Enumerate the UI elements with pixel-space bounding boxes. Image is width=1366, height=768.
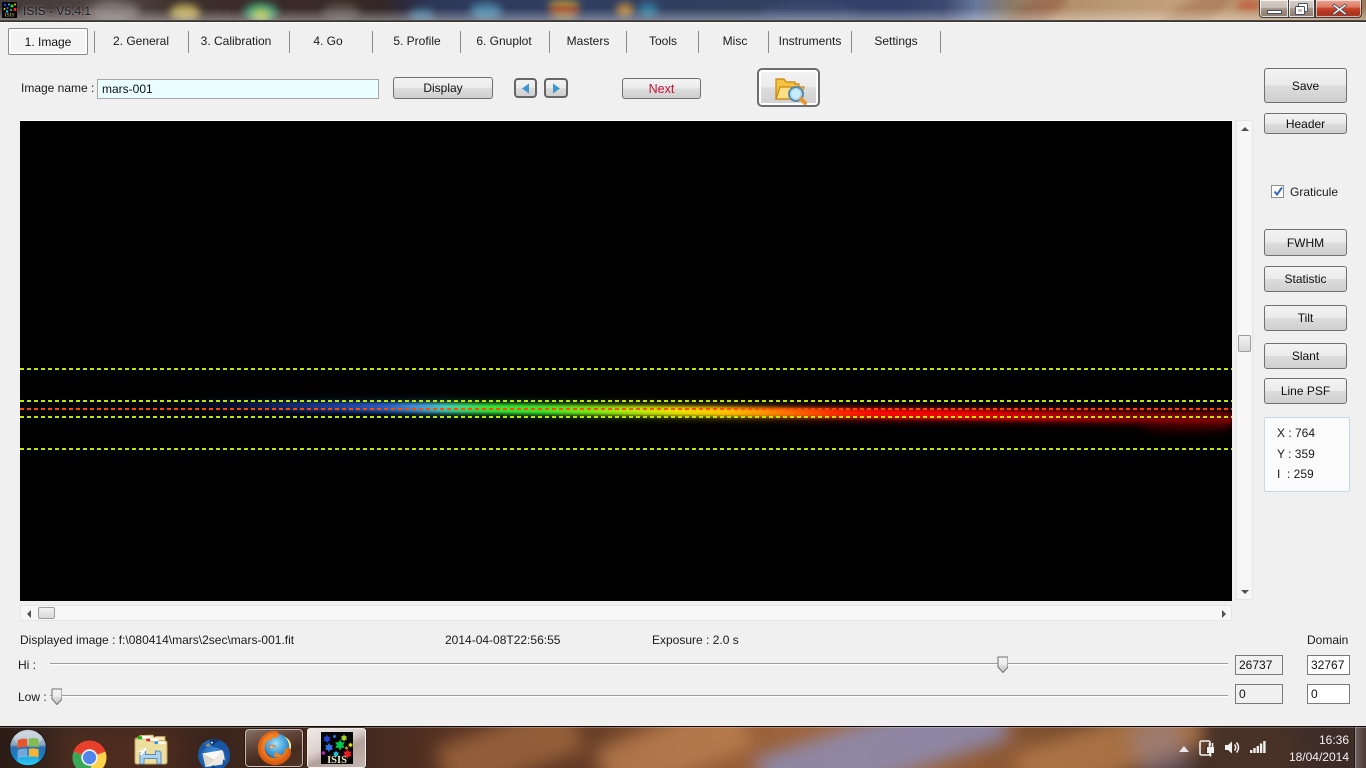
svg-text:ISIS: ISIS	[5, 13, 15, 19]
svg-text:ISIS: ISIS	[327, 755, 347, 764]
